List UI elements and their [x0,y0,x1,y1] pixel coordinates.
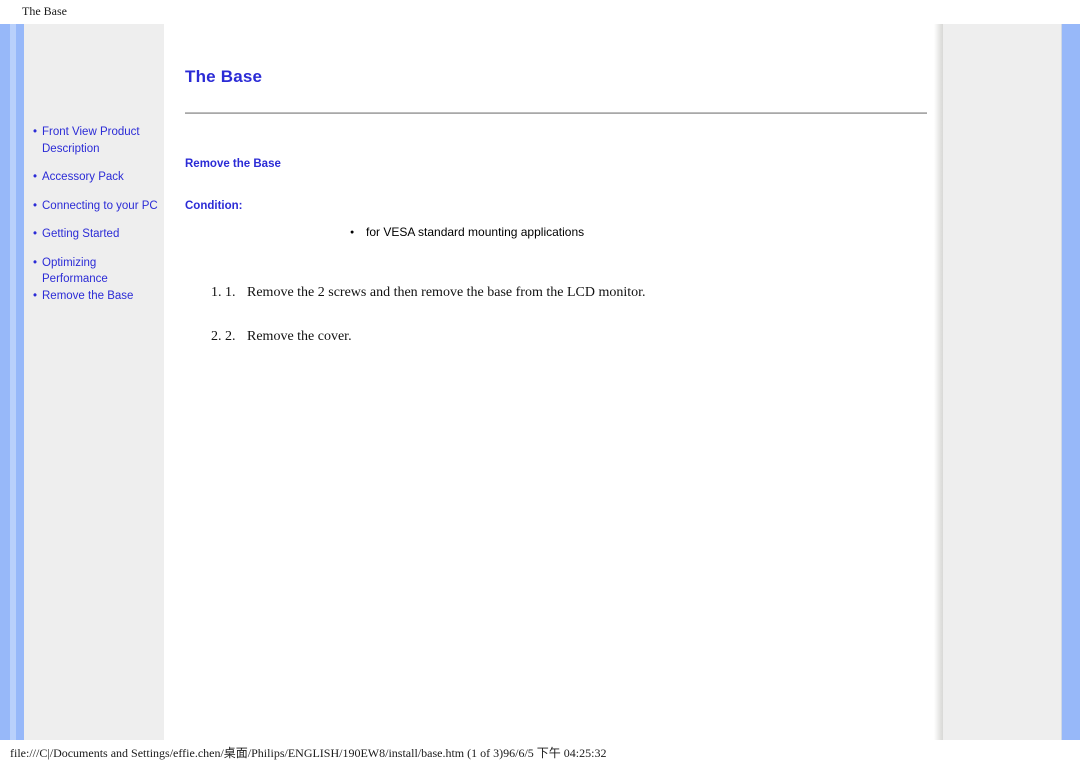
sidebar-item-label: Accessory Pack [42,171,124,183]
sidebar-item-label: Getting Started [42,228,120,240]
bullet-icon: • [33,199,38,212]
page-body: • Front View Product Description • Acces… [0,24,1080,740]
sidebar-item-label: Remove the Base [42,289,134,302]
bullet-icon: • [33,256,38,269]
step-text: Remove the cover. [247,329,352,344]
footer-status-text: file:///C|/Documents and Settings/effie.… [10,746,607,760]
right-gutter [943,24,1062,740]
sidebar-item-front-view-product-description[interactable]: • Front View Product Description [33,124,165,157]
sidebar-item-getting-started[interactable]: • Getting Started [33,226,165,243]
left-edge-band-stripe [10,24,16,740]
sidebar-item-label: Optimizing Performance [42,256,108,286]
sidebar-item-label: Connecting to your PC [42,199,158,212]
sidebar-nav: • Front View Product Description • Acces… [33,124,165,304]
sidebar-item-label: Front View Product Description [42,126,140,155]
bullet-icon: • [33,171,38,183]
step-text: Remove the 2 screws and then remove the … [247,285,646,300]
sidebar: • Front View Product Description • Acces… [24,24,164,740]
list-item: 1. Remove the 2 screws and then remove t… [225,284,925,302]
page-header: The Base [0,0,1080,24]
bullet-icon: • [33,228,38,240]
sidebar-item-connecting-to-your-pc[interactable]: • Connecting to your PC [33,198,165,215]
bullet-icon: • [33,289,38,302]
condition-list: for VESA standard mounting applications [350,224,584,242]
sidebar-item-optimizing-performance[interactable]: • Optimizing Performance [33,255,165,288]
page-title: The Base [185,67,263,87]
list-item: for VESA standard mounting applications [350,224,584,242]
bullet-icon: • [33,126,38,138]
right-edge-band [1062,24,1080,740]
left-edge-band [0,24,24,740]
content-area: The Base Remove the Base Condition: for … [164,24,943,740]
step-number: 2. [225,329,236,344]
title-divider [185,112,927,114]
section-heading-condition: Condition: [185,199,243,212]
step-number: 1. [225,285,236,300]
content-right-shadow [934,24,943,740]
section-heading-remove-the-base: Remove the Base [185,157,281,170]
sidebar-item-remove-the-base[interactable]: • Remove the Base [33,288,165,305]
page-footer: file:///C|/Documents and Settings/effie.… [0,740,1080,763]
steps-list: 1. Remove the 2 screws and then remove t… [185,284,925,346]
list-item: 2. Remove the cover. [225,328,925,346]
page-header-title: The Base [22,4,67,18]
sidebar-item-accessory-pack[interactable]: • Accessory Pack [33,169,165,186]
